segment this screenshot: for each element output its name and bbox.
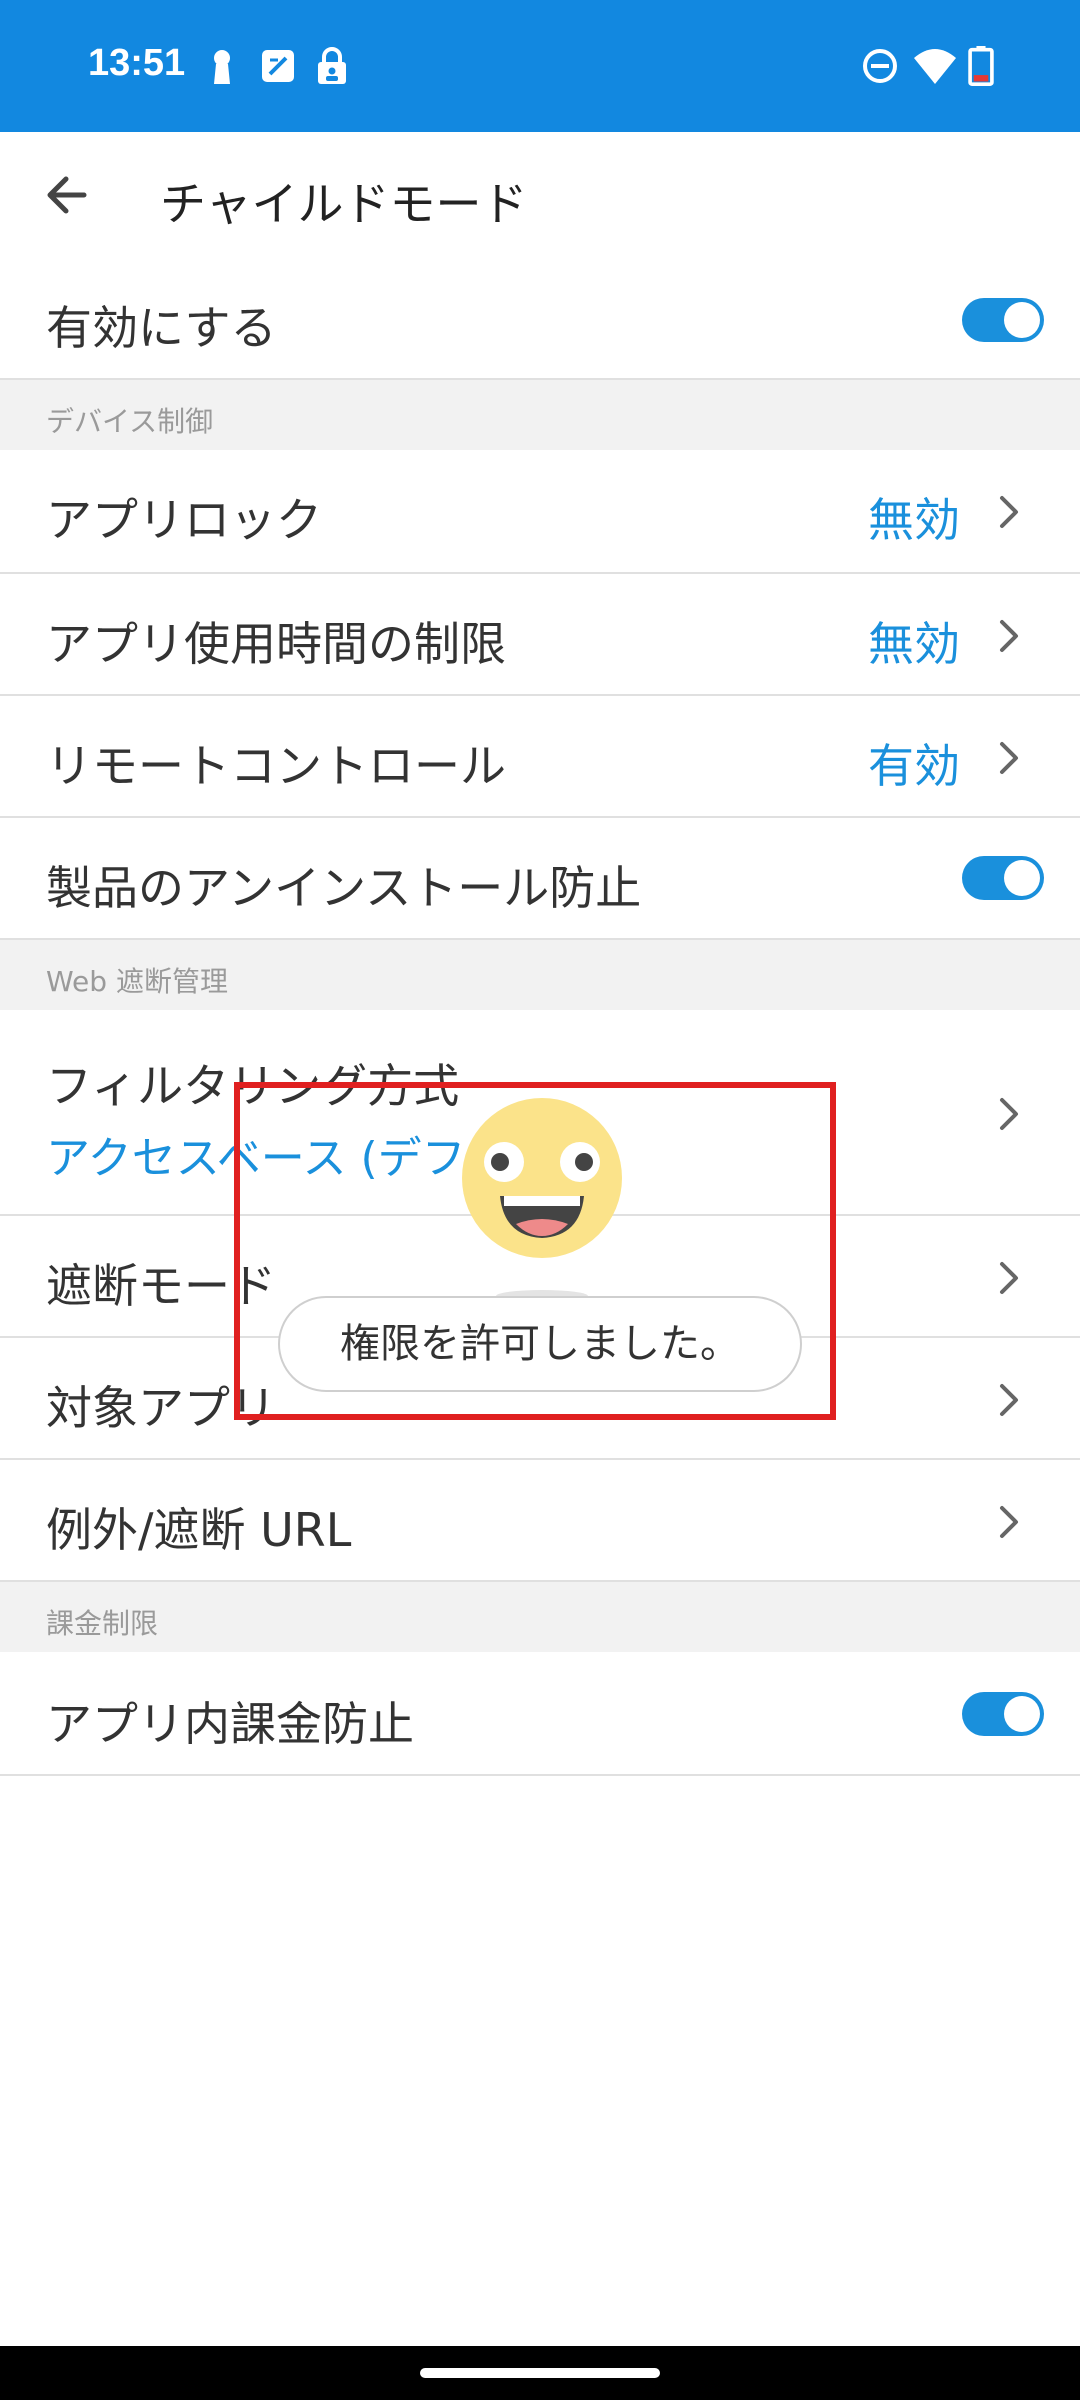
sim-icon (262, 50, 294, 82)
home-handle[interactable] (420, 2368, 660, 2378)
app-bar: チャイルドモード (0, 132, 1080, 260)
app-lock-row[interactable]: アプリロック 無効 (0, 450, 1080, 574)
keyhole-icon (214, 50, 230, 84)
section-header-device: デバイス制御 (0, 380, 1080, 450)
battery-icon (968, 46, 994, 86)
uninstall-protection-label: 製品のアンインストール防止 (46, 861, 642, 915)
app-time-limit-label: アプリ使用時間の制限 (46, 617, 506, 671)
dnd-icon (863, 49, 897, 83)
app-lock-label: アプリロック (46, 493, 322, 547)
uninstall-protection-toggle[interactable] (962, 856, 1044, 900)
smiling-face-icon (462, 1098, 622, 1258)
remote-control-value: 有効 (868, 739, 960, 793)
section-header-billing: 課金制限 (0, 1582, 1080, 1652)
page-title: チャイルドモード (160, 177, 528, 231)
status-bar: 13:51 (0, 0, 1080, 132)
chevron-right-icon (1000, 620, 1018, 652)
app-time-limit-value: 無効 (868, 617, 960, 671)
chevron-right-icon (1000, 1506, 1018, 1538)
in-app-purchase-toggle[interactable] (962, 1692, 1044, 1736)
in-app-purchase-row[interactable]: アプリ内課金防止 (0, 1652, 1080, 1776)
chevron-right-icon (1000, 1384, 1018, 1416)
enable-label: 有効にする (46, 301, 277, 355)
chevron-right-icon (1000, 1262, 1018, 1294)
section-label-billing: 課金制限 (46, 1607, 159, 1640)
section-label-device: デバイス制御 (46, 405, 214, 438)
chevron-right-icon (1000, 496, 1018, 528)
enable-row[interactable]: 有効にする (0, 258, 1080, 380)
lock-icon (318, 47, 346, 84)
back-arrow-icon[interactable] (34, 162, 100, 228)
chevron-right-icon (1000, 1098, 1018, 1130)
app-lock-value: 無効 (868, 493, 960, 547)
exception-url-row[interactable]: 例外/遮断 URL (0, 1460, 1080, 1582)
app-time-limit-row[interactable]: アプリ使用時間の制限 無効 (0, 574, 1080, 696)
status-time: 13:51 (88, 42, 186, 84)
in-app-purchase-label: アプリ内課金防止 (46, 1697, 414, 1751)
nav-bar (0, 2346, 1080, 2400)
section-header-web: Web 遮断管理 (0, 940, 1080, 1010)
chevron-right-icon (1000, 742, 1018, 774)
wifi-icon (914, 49, 956, 84)
enable-toggle[interactable] (962, 298, 1044, 342)
exception-url-label: 例外/遮断 URL (46, 1503, 352, 1557)
section-label-web: Web 遮断管理 (46, 965, 228, 998)
remote-control-label: リモートコントロール (46, 739, 506, 793)
remote-control-row[interactable]: リモートコントロール 有効 (0, 696, 1080, 818)
uninstall-protection-row[interactable]: 製品のアンインストール防止 (0, 818, 1080, 940)
toast-message: 権限を許可しました。 (278, 1296, 802, 1392)
